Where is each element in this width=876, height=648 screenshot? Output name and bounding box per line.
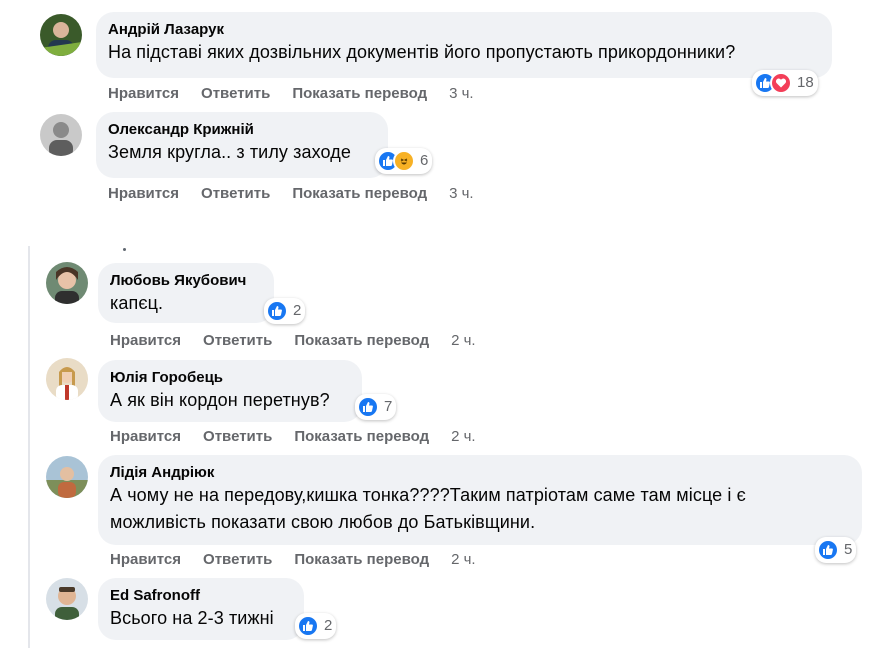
reaction-summary[interactable]: 2 <box>295 613 337 639</box>
comment-bubble: Юлія Горобець А як він кордон перетнув? <box>98 360 362 422</box>
reaction-count: 18 <box>797 74 814 91</box>
like-button[interactable]: Нравится <box>108 85 179 102</box>
comment-timestamp[interactable]: 3 ч. <box>449 85 474 102</box>
comment-author[interactable]: Олександр Крижній <box>108 120 376 139</box>
translate-button[interactable]: Показать перевод <box>294 551 429 568</box>
comment-actions: Нравится Ответить Показать перевод 2 ч. <box>110 551 498 568</box>
reply-button[interactable]: Ответить <box>203 332 272 349</box>
reaction-count: 6 <box>420 152 429 169</box>
comment-actions: Нравится Ответить Показать перевод 3 ч. <box>108 85 496 102</box>
comment-actions: Нравится Ответить Показать перевод 2 ч. <box>110 332 498 349</box>
reaction-summary[interactable]: 6 <box>375 148 433 174</box>
reaction-summary[interactable]: 5 <box>815 537 857 563</box>
reaction-count: 2 <box>324 617 333 634</box>
reaction-summary[interactable]: 7 <box>355 394 397 420</box>
comment-text: Всього на 2-3 тижні <box>110 608 274 628</box>
like-button[interactable]: Нравится <box>108 185 179 202</box>
translate-button[interactable]: Показать перевод <box>294 332 429 349</box>
comment-author[interactable]: Любовь Якубович <box>110 271 262 290</box>
comment-text: На підставі яких дозвільних документів й… <box>108 42 736 62</box>
separator-dot <box>123 248 126 251</box>
like-button[interactable]: Нравится <box>110 551 181 568</box>
translate-button[interactable]: Показать перевод <box>294 428 429 445</box>
like-button[interactable]: Нравится <box>110 428 181 445</box>
comment-timestamp[interactable]: 2 ч. <box>451 428 476 445</box>
like-reaction-icon <box>357 396 379 418</box>
comment-text: капєц. <box>110 293 164 313</box>
reaction-count: 5 <box>844 541 853 558</box>
comment-author[interactable]: Лідія Андріюк <box>110 463 850 482</box>
comment-author[interactable]: Ed Safronoff <box>110 586 292 605</box>
like-reaction-icon <box>297 615 319 637</box>
comment-text-line-2: можливість показати свою любов до Батькі… <box>110 512 536 532</box>
comment-text-line-1: А чому не на передову,кишка тонка????Так… <box>110 485 746 505</box>
thread-line <box>28 246 30 648</box>
avatar[interactable] <box>46 262 88 304</box>
haha-reaction-icon <box>393 150 415 172</box>
comment-timestamp[interactable]: 2 ч. <box>451 332 476 349</box>
reply-button[interactable]: Ответить <box>203 551 272 568</box>
comment-actions: Нравится Ответить Показать перевод 2 ч. <box>110 428 498 445</box>
comment-timestamp[interactable]: 3 ч. <box>449 185 474 202</box>
translate-button[interactable]: Показать перевод <box>292 85 427 102</box>
like-reaction-icon <box>266 300 288 322</box>
avatar[interactable] <box>46 358 88 400</box>
comment-bubble: Лідія Андріюк А чому не на передову,кишк… <box>98 455 862 545</box>
comment-bubble: Андрій Лазарук На підставі яких дозвільн… <box>96 12 832 78</box>
comment-bubble: Олександр Крижній Земля кругла.. з тилу … <box>96 112 388 178</box>
comment-timestamp[interactable]: 2 ч. <box>451 551 476 568</box>
avatar[interactable] <box>46 578 88 620</box>
reaction-summary[interactable]: 18 <box>752 70 818 96</box>
comment-actions: Нравится Ответить Показать перевод 3 ч. <box>108 185 496 202</box>
avatar[interactable] <box>40 14 82 56</box>
reply-button[interactable]: Ответить <box>203 428 272 445</box>
reaction-count: 7 <box>384 398 393 415</box>
reaction-count: 2 <box>293 302 302 319</box>
avatar[interactable] <box>40 114 82 156</box>
comment-bubble: Ed Safronoff Всього на 2-3 тижні <box>98 578 304 640</box>
like-reaction-icon <box>817 539 839 561</box>
reply-button[interactable]: Ответить <box>201 185 270 202</box>
comment-author[interactable]: Андрій Лазарук <box>108 20 820 39</box>
comment-text: А як він кордон перетнув? <box>110 390 330 410</box>
translate-button[interactable]: Показать перевод <box>292 185 427 202</box>
comment-bubble: Любовь Якубович капєц. <box>98 263 274 323</box>
love-reaction-icon <box>770 72 792 94</box>
like-button[interactable]: Нравится <box>110 332 181 349</box>
reply-button[interactable]: Ответить <box>201 85 270 102</box>
reaction-summary[interactable]: 2 <box>264 298 306 324</box>
comment-text: Земля кругла.. з тилу заходе <box>108 142 351 162</box>
comment-author[interactable]: Юлія Горобець <box>110 368 350 387</box>
avatar[interactable] <box>46 456 88 498</box>
